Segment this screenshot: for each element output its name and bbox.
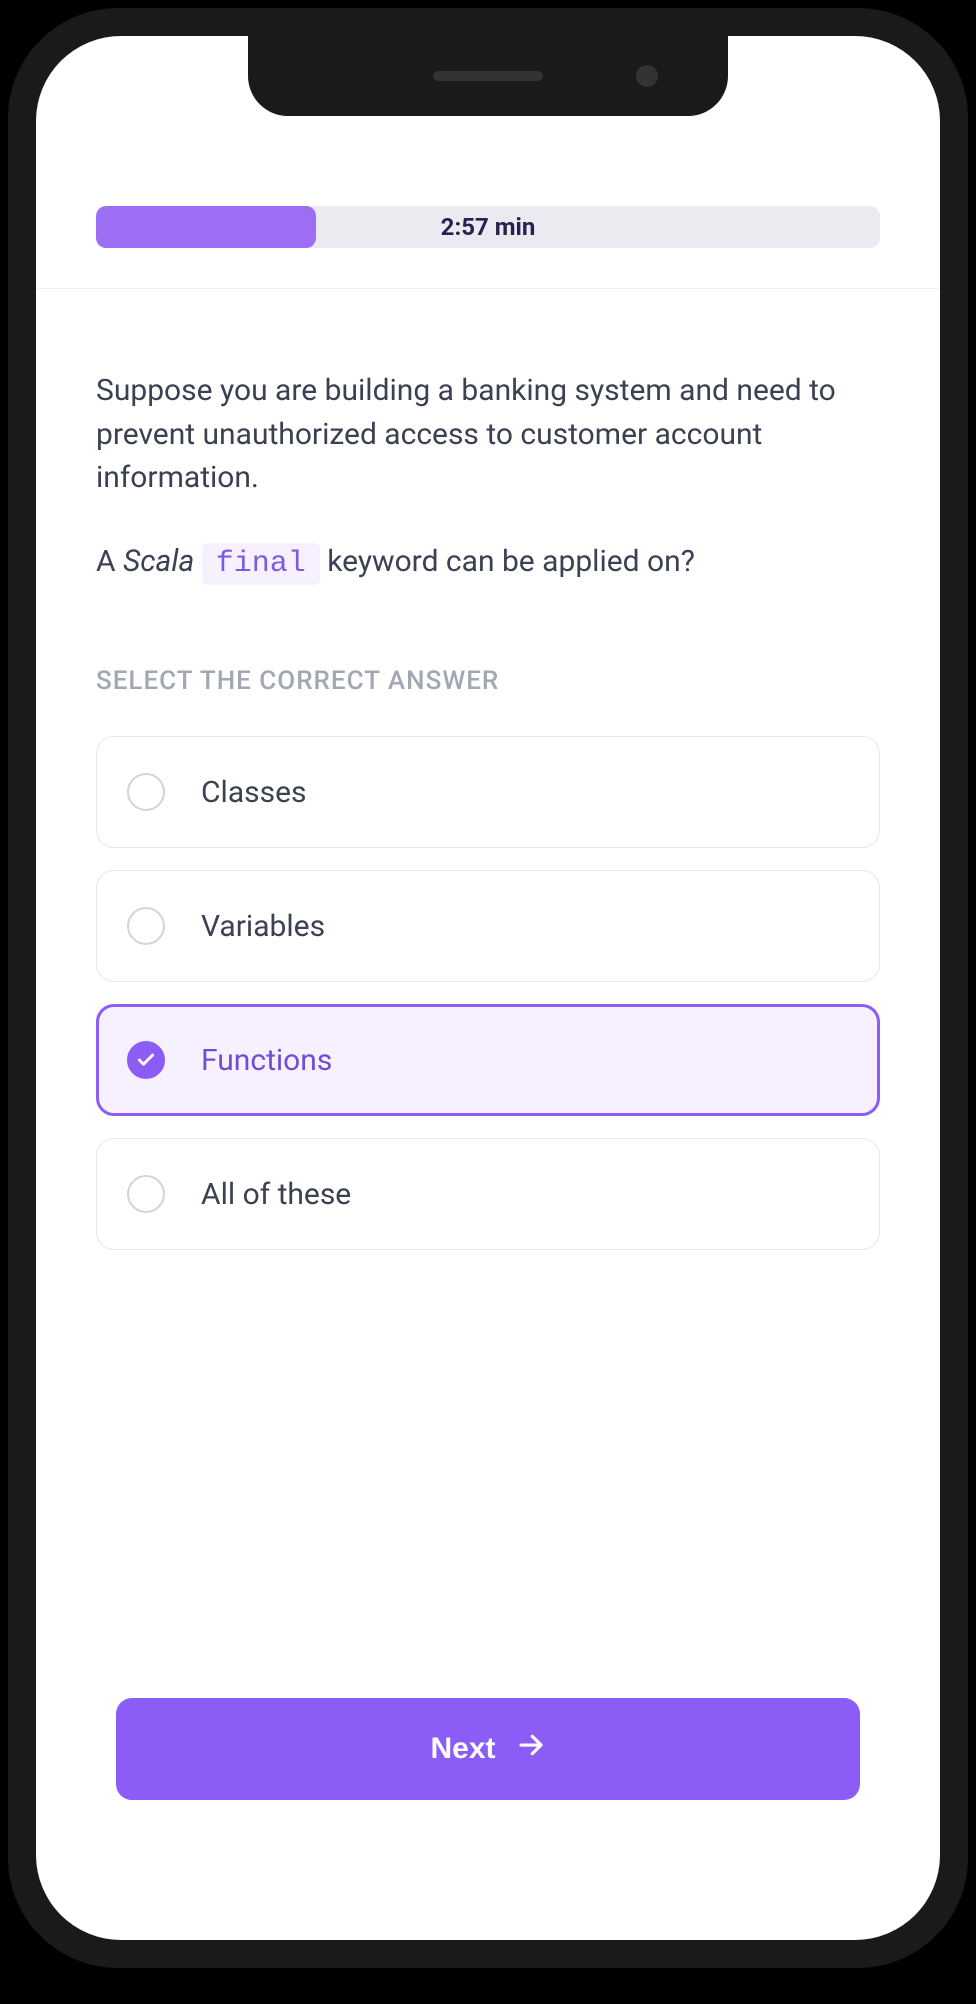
arrow-right-icon: [516, 1730, 546, 1768]
answer-option-3[interactable]: All of these: [96, 1138, 880, 1250]
next-button-label: Next: [430, 1732, 495, 1766]
prompt-code-keyword: final: [202, 543, 320, 585]
timer-label: 2:57 min: [441, 213, 536, 241]
quiz-content: 2:57 min Suppose you are building a bank…: [36, 36, 940, 1940]
notch-camera: [636, 65, 658, 87]
answer-option-label: Variables: [201, 909, 325, 944]
answer-option-label: Classes: [201, 775, 307, 810]
question-context: Suppose you are building a banking syste…: [96, 369, 880, 500]
answer-option-label: All of these: [201, 1177, 351, 1212]
footer: Next: [36, 1698, 940, 1940]
phone-frame: 2:57 min Suppose you are building a bank…: [8, 8, 968, 1968]
question-prompt: A Scala final keyword can be applied on?: [96, 540, 880, 587]
answers-container: Classes Variables Functions All of these: [96, 736, 880, 1250]
prompt-suffix: keyword can be applied on?: [327, 544, 695, 579]
progress-bar: 2:57 min: [96, 206, 880, 248]
prompt-language: Scala: [123, 544, 194, 579]
next-button[interactable]: Next: [116, 1698, 860, 1800]
prompt-prefix: A: [96, 544, 123, 579]
progress-section: 2:57 min: [36, 146, 940, 289]
answers-instruction: SELECT THE CORRECT ANSWER: [96, 666, 880, 696]
answer-option-0[interactable]: Classes: [96, 736, 880, 848]
radio-unchecked-icon: [127, 773, 165, 811]
phone-notch: [248, 36, 728, 116]
phone-screen: 2:57 min Suppose you are building a bank…: [36, 36, 940, 1940]
radio-unchecked-icon: [127, 1175, 165, 1213]
question-section: Suppose you are building a banking syste…: [36, 289, 940, 626]
notch-speaker: [433, 71, 543, 81]
answers-section: SELECT THE CORRECT ANSWER Classes Variabl…: [36, 626, 940, 1272]
radio-unchecked-icon: [127, 907, 165, 945]
radio-checked-icon: [127, 1041, 165, 1079]
answer-option-label: Functions: [201, 1043, 332, 1078]
answer-option-2[interactable]: Functions: [96, 1004, 880, 1116]
progress-fill: [96, 206, 316, 248]
answer-option-1[interactable]: Variables: [96, 870, 880, 982]
